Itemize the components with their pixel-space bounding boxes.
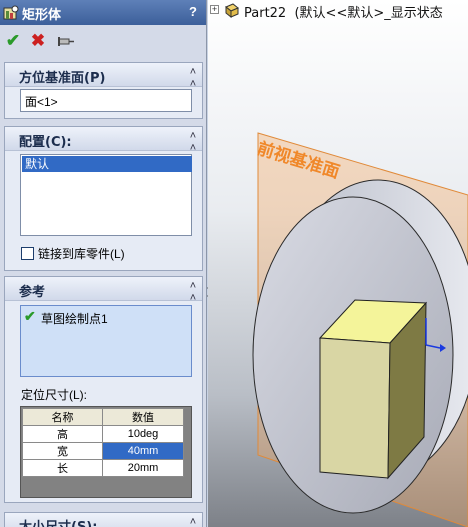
dim-name: 高 — [22, 425, 103, 443]
link-library-label: 链接到库零件(L) — [38, 247, 125, 261]
table-row[interactable]: 宽 40mm — [22, 442, 184, 460]
feature-icon — [3, 5, 19, 20]
action-bar: ✔ ✖ — [0, 26, 206, 56]
property-manager: 矩形体 ? ✔ ✖ 方位基准面(P) ˄ ˄ 面<1> 配置(C): ˄ ˄ 默认 … — [0, 0, 207, 527]
window-title: 矩形体 — [22, 8, 62, 23]
orientation-title: 方位基准面(P) — [19, 71, 106, 86]
table-row[interactable]: 高 10deg — [22, 425, 184, 443]
dim-name: 长 — [22, 459, 103, 477]
cancel-button[interactable]: ✖ — [28, 31, 48, 51]
locating-dims-table: 名称 数值 高 10deg 宽 40mm 长 20mm — [22, 408, 184, 477]
check-icon: ✔ — [24, 308, 36, 324]
ok-button[interactable]: ✔ — [3, 31, 23, 51]
collapse-icon[interactable]: ˄ ˄ — [187, 130, 199, 154]
size-title: 大小尺寸(S): — [19, 516, 97, 527]
column-header: 名称 — [22, 408, 103, 426]
help-button[interactable]: ? — [186, 4, 200, 20]
size-header[interactable]: 大小尺寸(S): ˄ — [5, 513, 202, 527]
table-row[interactable]: 长 20mm — [22, 459, 184, 477]
dim-value[interactable]: 10deg — [102, 425, 184, 443]
config-group: 配置(C): ˄ ˄ 默认 链接到库零件(L) — [4, 126, 203, 271]
graphics-area[interactable]: + Part22 (默认<<默认>_显示状态 前视基准面 — [208, 0, 468, 527]
column-header: 数值 — [102, 408, 184, 426]
reference-list[interactable]: ✔ 草图绘制点1 — [20, 305, 192, 377]
reference-item[interactable]: 草图绘制点1 — [41, 310, 108, 327]
locating-dims-label: 定位尺寸(L): — [21, 388, 88, 402]
collapse-icon[interactable]: ˄ ˄ — [187, 280, 199, 304]
config-header[interactable]: 配置(C): ˄ ˄ — [5, 127, 202, 154]
config-list-item[interactable]: 默认 — [22, 156, 192, 172]
size-group: 大小尺寸(S): ˄ — [4, 512, 203, 527]
reference-header[interactable]: 参考 ˄ ˄ — [5, 277, 202, 304]
orientation-value: 面<1> — [25, 95, 58, 109]
orientation-field[interactable]: 面<1> — [20, 89, 192, 112]
collapse-icon[interactable]: ˄ — [187, 516, 199, 527]
reference-group: 参考 ˄ ˄ ✔ 草图绘制点1 定位尺寸(L): 名称 数值 高 10deg 宽 … — [4, 276, 203, 503]
reference-title: 参考 — [19, 285, 46, 300]
title-bar: 矩形体 ? — [0, 0, 206, 25]
config-list[interactable]: 默认 — [20, 154, 192, 236]
pin-icon[interactable] — [55, 31, 75, 51]
orientation-group: 方位基准面(P) ˄ ˄ 面<1> — [4, 62, 203, 119]
orientation-header[interactable]: 方位基准面(P) ˄ ˄ — [5, 63, 202, 90]
collapse-icon[interactable]: ˄ ˄ — [187, 66, 199, 90]
box-front — [319, 337, 391, 479]
dim-value[interactable]: 40mm — [102, 442, 184, 460]
model-canvas — [252, 132, 468, 527]
config-title: 配置(C): — [19, 135, 72, 150]
dim-value[interactable]: 20mm — [102, 459, 184, 477]
link-library-checkbox[interactable] — [21, 247, 34, 260]
dim-name: 宽 — [22, 442, 103, 460]
